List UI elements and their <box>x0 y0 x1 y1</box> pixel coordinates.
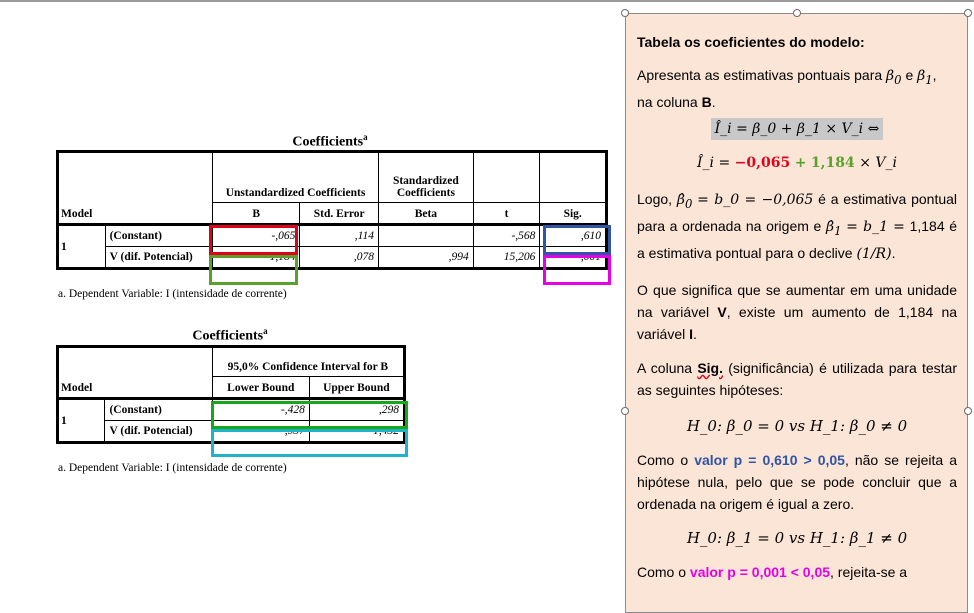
row-label: (Constant) <box>104 398 213 421</box>
header-model: Model <box>56 202 213 226</box>
panel-paragraph-estimates: Apresenta as estimativas pontuais para β… <box>637 67 937 110</box>
resize-handle-top-middle[interactable] <box>793 9 801 17</box>
header-standardized: Standardized Coefficients <box>378 150 474 203</box>
row-label: V (dif. Potencial) <box>104 420 213 444</box>
table2-title: Coefficientsa <box>192 326 268 344</box>
panel-paragraph-logo: Logo, β̂0 = b_0 = −0,065 é a estimativa … <box>637 191 958 262</box>
top-border <box>0 0 974 2</box>
header-std-error: Std. Error <box>299 202 379 226</box>
model-number: 1 <box>55 398 106 444</box>
cell-t: -,568 <box>472 224 541 247</box>
cell-t: 15,206 <box>472 246 541 270</box>
header-model: Model <box>56 376 213 400</box>
model-number: 1 <box>56 224 106 270</box>
cell-std-error: ,114 <box>299 224 379 247</box>
highlight-sig-constant <box>543 225 611 255</box>
header-upper-bound: Upper Bound <box>308 376 407 400</box>
resize-handle-top-right[interactable] <box>964 9 972 17</box>
table1-footnote: a. Dependent Variable: I (intensidade de… <box>58 288 287 300</box>
row-label: V (dif. Potencial) <box>105 246 214 270</box>
cell-std-error: ,078 <box>299 246 379 270</box>
resize-handle-top-left[interactable] <box>621 9 629 17</box>
header-beta: Beta <box>378 202 474 226</box>
hypothesis-beta0: H_0: β_0 = 0 vs H_1: β_0 ≠ 0 <box>686 417 908 435</box>
cell-beta: ,994 <box>378 246 474 270</box>
equation-fitted: Î_i = −0,065 + 1,184 × V_i <box>697 155 897 171</box>
equation-model[interactable]: Î_i = β_0 + β_1 × V_i ⇔ <box>637 117 957 140</box>
header-b: B <box>211 202 301 226</box>
header-ci: 95,0% Confidence Interval for B <box>211 345 407 377</box>
header-lower-bound: Lower Bound <box>211 376 310 400</box>
row-label: (Constant) <box>105 224 214 247</box>
resize-handle-middle-left[interactable] <box>621 407 629 415</box>
panel-paragraph-pvalue-constant: Como o valor p = 0,610 > 0,05, não se re… <box>637 452 957 512</box>
highlight-ci-v <box>211 429 408 457</box>
table2-footnote: a. Dependent Variable: I (intensidade de… <box>58 462 287 474</box>
panel-paragraph-pvalue-slope: Como o valor p = 0,001 < 0,05, rejeita-s… <box>637 564 908 580</box>
table1-title: Coefficientsa <box>292 132 368 150</box>
coefficients-table: Unstandardized Coefficients Standardized… <box>56 150 608 270</box>
header-sig: Sig. <box>539 202 608 226</box>
panel-paragraph-sig: A coluna Sig. (significância) é utilizad… <box>637 360 957 398</box>
highlight-b-v <box>209 255 298 285</box>
panel-heading: Tabela os coeficientes do modelo: <box>637 34 865 50</box>
resize-handle-middle-right[interactable] <box>964 407 972 415</box>
highlight-b-constant <box>209 225 298 255</box>
panel-paragraph-meaning: O que significa que se aumentar em uma u… <box>637 282 958 342</box>
table-row: 1 (Constant) -,065 ,114 -,568 ,610 <box>56 224 608 270</box>
header-t: t <box>472 202 541 226</box>
cell-beta <box>378 224 474 247</box>
table-row: V (dif. Potencial) 1,184 ,078 ,994 15,20… <box>58 246 608 270</box>
hypothesis-beta1: H_0: β_1 = 0 vs H_1: β_1 ≠ 0 <box>686 529 908 547</box>
highlight-ci-constant <box>211 401 408 429</box>
header-unstandardized: Unstandardized Coefficients <box>212 150 379 203</box>
highlight-sig-v <box>543 255 611 285</box>
